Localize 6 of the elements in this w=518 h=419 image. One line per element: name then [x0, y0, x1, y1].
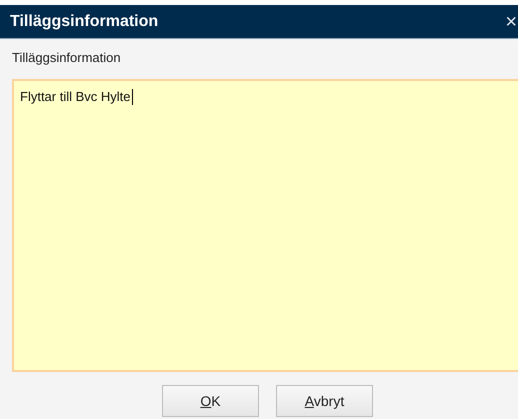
text-area[interactable]: Flyttar till Bvc Hylte	[12, 79, 518, 372]
field-label: Tilläggsinformation	[12, 49, 122, 67]
window-title: Tilläggsinformation	[10, 12, 158, 30]
cancel-button[interactable]: Avbryt	[276, 385, 373, 417]
ok-button[interactable]: OK	[162, 385, 259, 417]
close-button[interactable]: ×	[505, 10, 517, 32]
